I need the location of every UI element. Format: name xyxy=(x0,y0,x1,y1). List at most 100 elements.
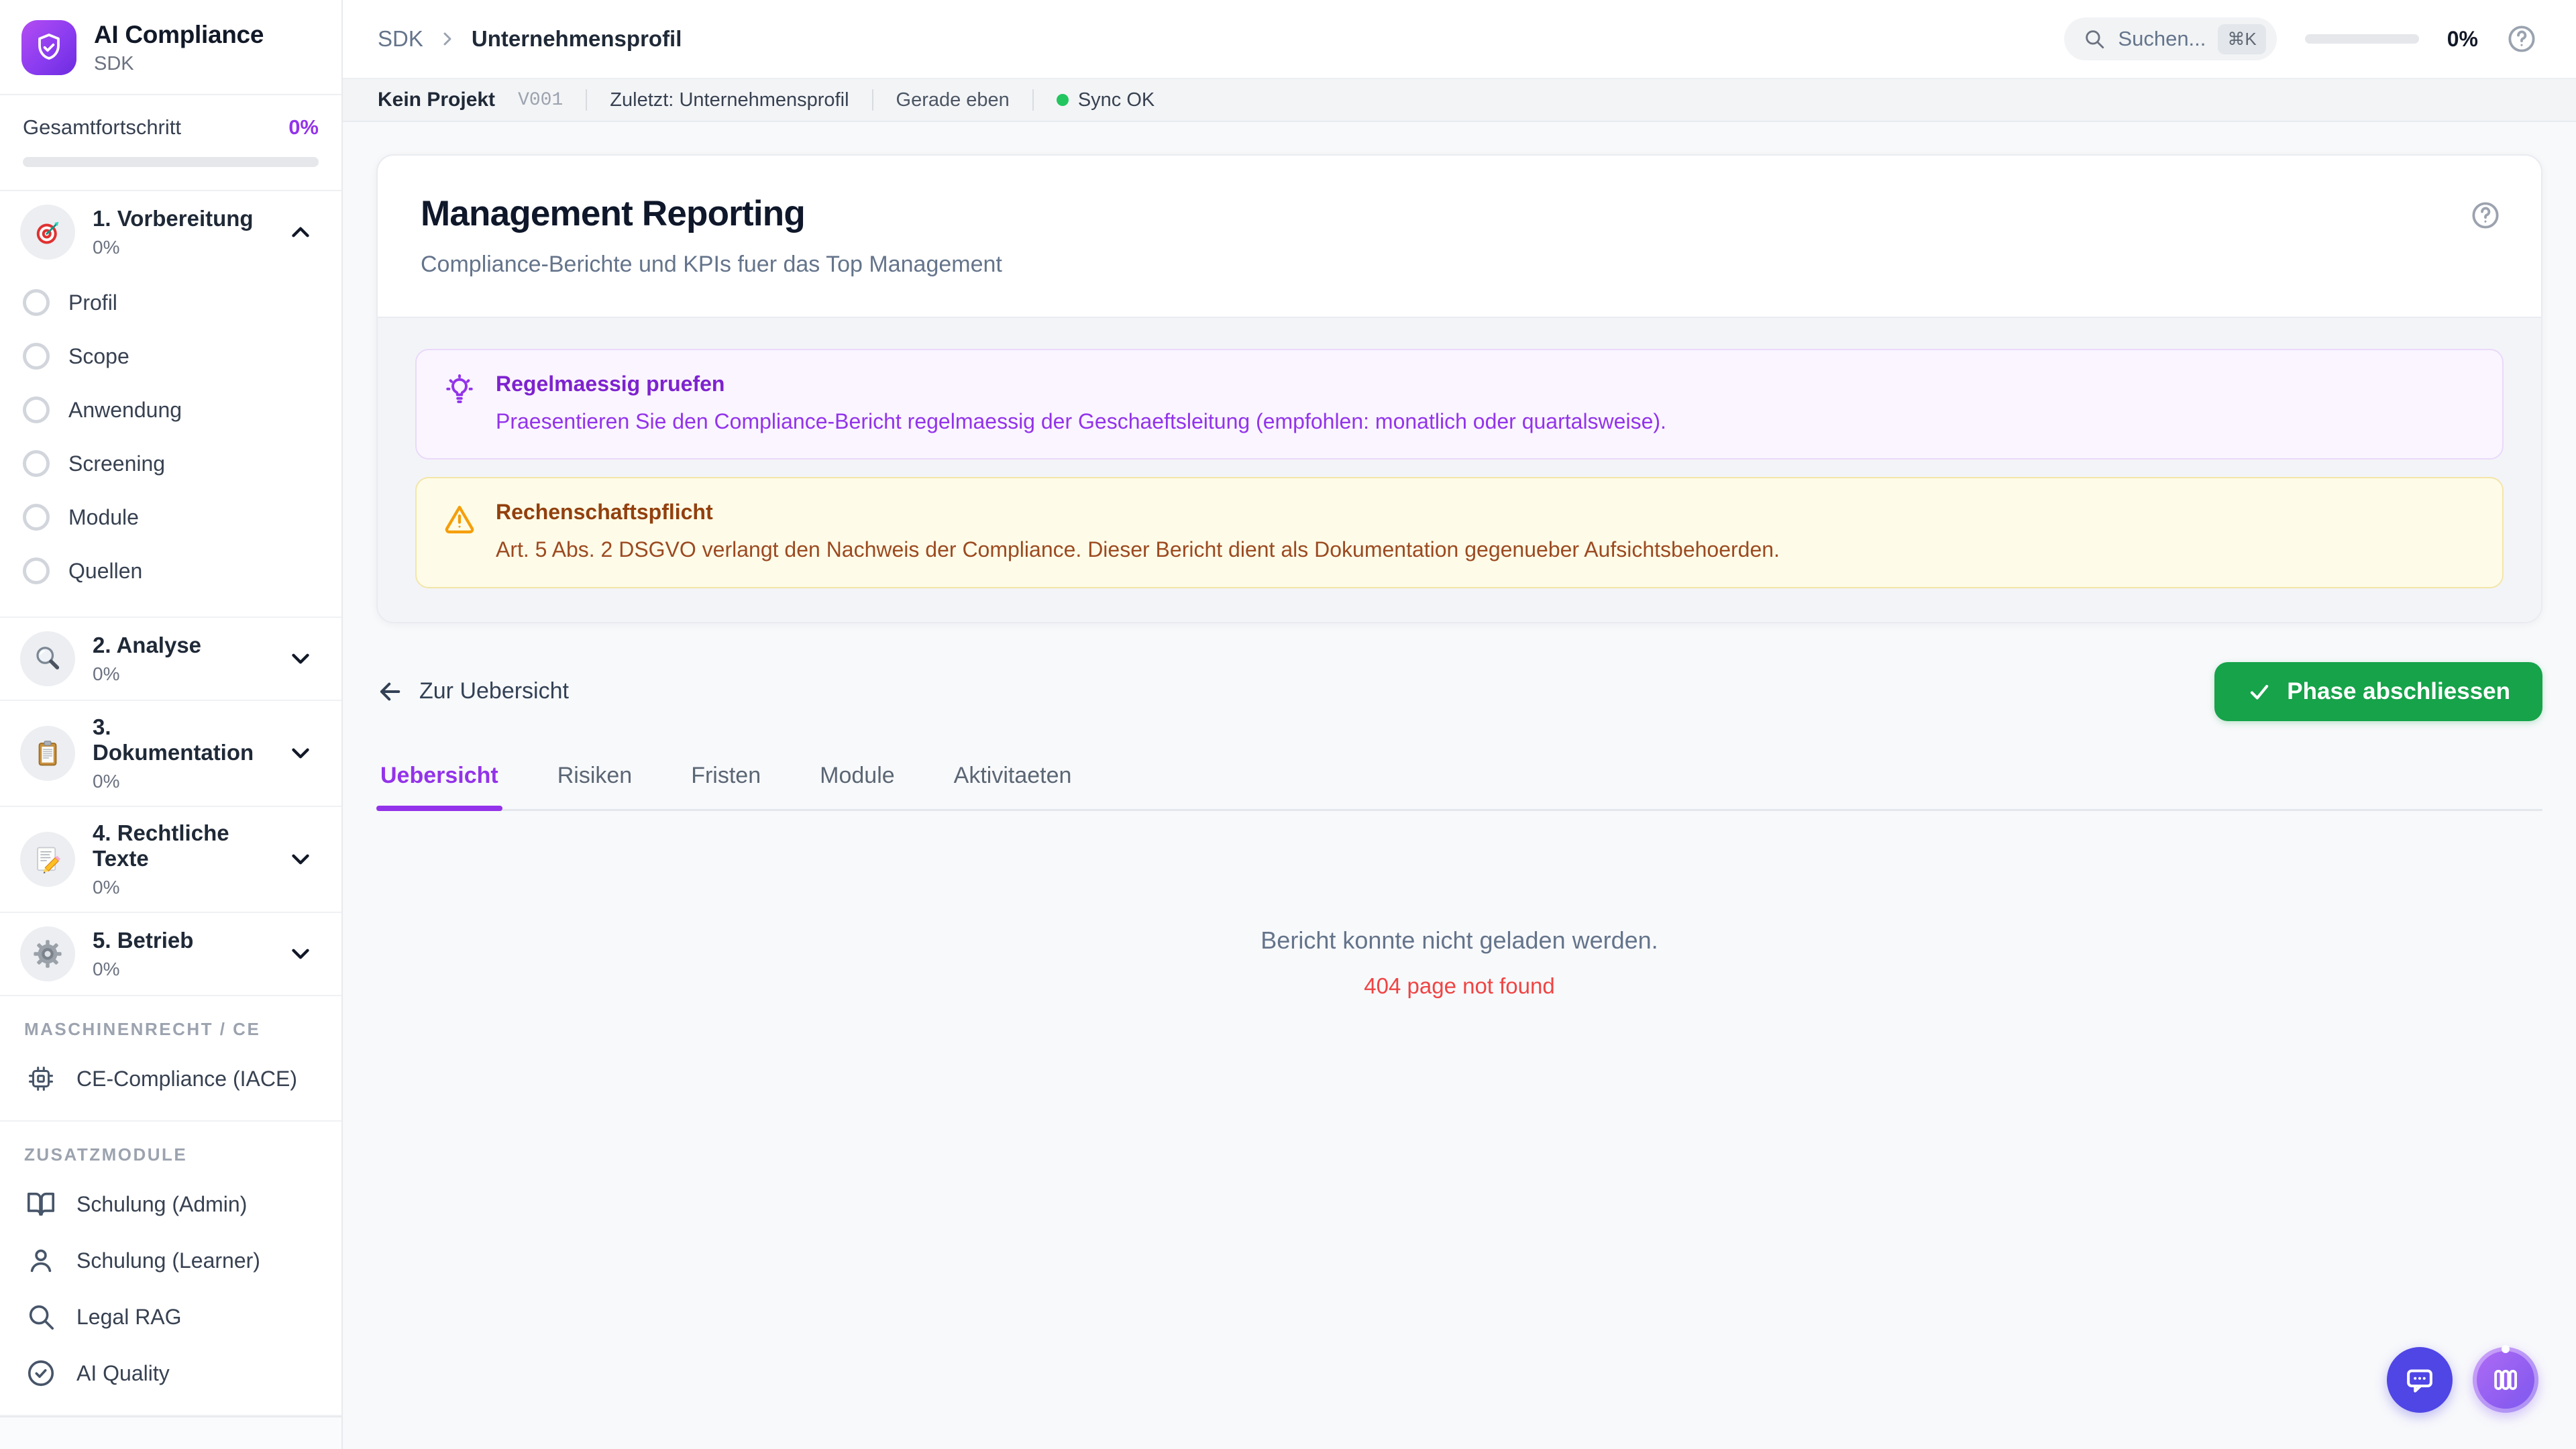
sidebar-item-screening[interactable]: Screening xyxy=(0,437,341,490)
phase-label: 3. Dokumentation xyxy=(93,714,254,765)
complete-phase-label: Phase abschliessen xyxy=(2287,678,2510,704)
chevron-down-icon xyxy=(292,854,309,865)
sidebar-item-schulung-admin[interactable]: Schulung (Admin) xyxy=(0,1176,341,1232)
tab-aktivitaeten[interactable]: Aktivitaeten xyxy=(950,752,1076,809)
search-icon xyxy=(29,1305,54,1330)
clipboard-icon xyxy=(20,726,75,781)
sidebar-phase-betrieb[interactable]: 5. Betrieb 0% xyxy=(0,913,341,995)
sidebar-footer: Einklappen Exportieren xyxy=(0,1416,341,1449)
search-input[interactable]: Suchen... ⌘K xyxy=(2064,17,2277,60)
sidebar-item-ce-compliance[interactable]: CE-Compliance (IACE) xyxy=(0,1051,341,1107)
overall-progress-value: 0% xyxy=(288,115,319,139)
collapse-sidebar-button[interactable]: Einklappen xyxy=(95,1444,246,1449)
sidebar-phase-analyse[interactable]: 2. Analyse 0% xyxy=(0,618,341,700)
chat-fab-button[interactable] xyxy=(2387,1347,2453,1413)
divider xyxy=(1032,89,1034,111)
status-bar: Kein Projekt V001 Zuletzt: Unternehmensp… xyxy=(343,79,2576,122)
empty-state-message: Bericht konnte nicht geladen werden. xyxy=(1260,926,1658,954)
shield-check-logo-icon xyxy=(21,20,76,75)
tab-risiken[interactable]: Risiken xyxy=(553,752,636,809)
warning-triangle-icon xyxy=(445,506,474,534)
collapse-label: Einklappen xyxy=(137,1445,246,1449)
breadcrumb-root[interactable]: SDK xyxy=(378,26,423,52)
error-404-text: 404 page not found xyxy=(1364,973,1555,998)
main-area: SDK Unternehmensprofil Suchen... ⌘K 0% K… xyxy=(343,0,2576,1449)
phase-block-dokumentation: 3. Dokumentation 0% xyxy=(0,701,341,807)
callout-content: Rechenschaftspflicht Art. 5 Abs. 2 DSGVO… xyxy=(496,500,1780,565)
panels-fab-button[interactable] xyxy=(2473,1347,2538,1413)
page-title: Management Reporting xyxy=(421,194,806,233)
app-subtitle: SDK xyxy=(94,52,134,74)
tab-fristen[interactable]: Fristen xyxy=(687,752,765,809)
phase-meta: 1. Vorbereitung 0% xyxy=(93,206,269,258)
back-label: Zur Uebersicht xyxy=(419,678,569,704)
last-edited: Zuletzt: Unternehmensprofil xyxy=(610,89,849,111)
project-status: Kein Projekt xyxy=(378,89,496,111)
chevron-up-icon xyxy=(292,227,309,237)
status-circle-icon xyxy=(23,289,50,316)
sidebar-phase-vorbereitung[interactable]: 1. Vorbereitung 0% xyxy=(0,191,341,273)
empty-state: Bericht konnte nicht geladen werden. 404… xyxy=(376,926,2542,999)
phase-meta: 3. Dokumentation 0% xyxy=(93,714,269,792)
chevron-right-icon xyxy=(443,32,451,46)
tab-module[interactable]: Module xyxy=(816,752,899,809)
sidebar-item-scope[interactable]: Scope xyxy=(0,329,341,383)
phase-label: 5. Betrieb xyxy=(93,928,194,953)
phase-percent: 0% xyxy=(93,959,120,979)
help-circle-icon[interactable] xyxy=(2506,23,2537,54)
divider xyxy=(871,89,873,111)
sidebar-item-label: AI Quality xyxy=(76,1360,170,1385)
sidebar-item-legal-rag[interactable]: Legal RAG xyxy=(0,1289,341,1345)
last-edited-label: Zuletzt: xyxy=(610,89,674,111)
sidebar-item-quellen[interactable]: Quellen xyxy=(0,544,341,598)
sync-status: Sync OK xyxy=(1056,89,1155,111)
phase-meta: 2. Analyse 0% xyxy=(93,633,269,685)
page-subtitle: Compliance-Berichte und KPIs fuer das To… xyxy=(421,252,1002,277)
sidebar-item-label: Quellen xyxy=(68,558,143,583)
last-edited-value: Unternehmensprofil xyxy=(679,89,849,111)
tab-uebersicht[interactable]: Uebersicht xyxy=(376,752,502,811)
cpu-icon xyxy=(28,1066,54,1091)
topbar-progress-value: 0% xyxy=(2447,26,2478,51)
sidebar-header: AI Compliance SDK xyxy=(0,0,341,95)
sidebar-item-label: Module xyxy=(68,504,139,529)
callout-text: Praesentieren Sie den Compliance-Bericht… xyxy=(496,409,1666,433)
sidebar-phase-rechtliche-texte[interactable]: 4. Rechtliche Texte 0% xyxy=(0,807,341,912)
phase-block-rechtliche-texte: 4. Rechtliche Texte 0% xyxy=(0,807,341,913)
version-badge: V001 xyxy=(518,89,564,111)
sidebar-item-anwendung[interactable]: Anwendung xyxy=(0,383,341,437)
back-to-overview-link[interactable]: Zur Uebersicht xyxy=(376,678,569,706)
help-circle-icon[interactable] xyxy=(2470,200,2501,231)
timestamp: Gerade eben xyxy=(896,89,1010,111)
report-card-header: Management Reporting Compliance-Berichte… xyxy=(378,156,2541,317)
sync-dot-icon xyxy=(1056,94,1069,106)
book-open-icon xyxy=(27,1192,55,1216)
overall-progress: Gesamtfortschritt 0% xyxy=(0,95,341,191)
phase-percent: 0% xyxy=(93,877,120,898)
sidebar-item-module[interactable]: Module xyxy=(0,490,341,544)
sidebar-item-label: Profil xyxy=(68,290,117,315)
phase-label: 4. Rechtliche Texte xyxy=(93,820,229,871)
overall-progress-label: Gesamtfortschritt xyxy=(23,115,181,139)
sidebar-item-schulung-learner[interactable]: Schulung (Learner) xyxy=(0,1232,341,1289)
sidebar: AI Compliance SDK Gesamtfortschritt 0% 1… xyxy=(0,0,343,1449)
sidebar-item-label: Legal RAG xyxy=(76,1304,182,1329)
callout-content: Regelmaessig pruefen Praesentieren Sie d… xyxy=(496,372,1666,437)
sidebar-phase-dokumentation[interactable]: 3. Dokumentation 0% xyxy=(0,701,341,806)
phase-block-betrieb: 5. Betrieb 0% xyxy=(0,913,341,996)
actions-row: Zur Uebersicht Phase abschliessen xyxy=(376,661,2542,721)
chevron-down-icon xyxy=(292,653,309,664)
sidebar-item-label: Anwendung xyxy=(68,397,182,422)
section-header: ZUSATZMODULE xyxy=(24,1144,188,1165)
magnifier-icon xyxy=(20,631,75,686)
columns-icon xyxy=(2494,1370,2517,1390)
phase-percent: 0% xyxy=(93,771,120,792)
sidebar-item-profil[interactable]: Profil xyxy=(0,276,341,329)
complete-phase-button[interactable]: Phase abschliessen xyxy=(2214,661,2542,721)
info-callout: Regelmaessig pruefen Praesentieren Sie d… xyxy=(415,349,2504,460)
chat-bubble-icon xyxy=(2407,1369,2432,1393)
arrow-left-icon xyxy=(380,682,400,701)
user-icon xyxy=(30,1249,52,1273)
sidebar-item-ai-quality[interactable]: AI Quality xyxy=(0,1345,341,1401)
chevron-down-icon xyxy=(292,949,309,959)
